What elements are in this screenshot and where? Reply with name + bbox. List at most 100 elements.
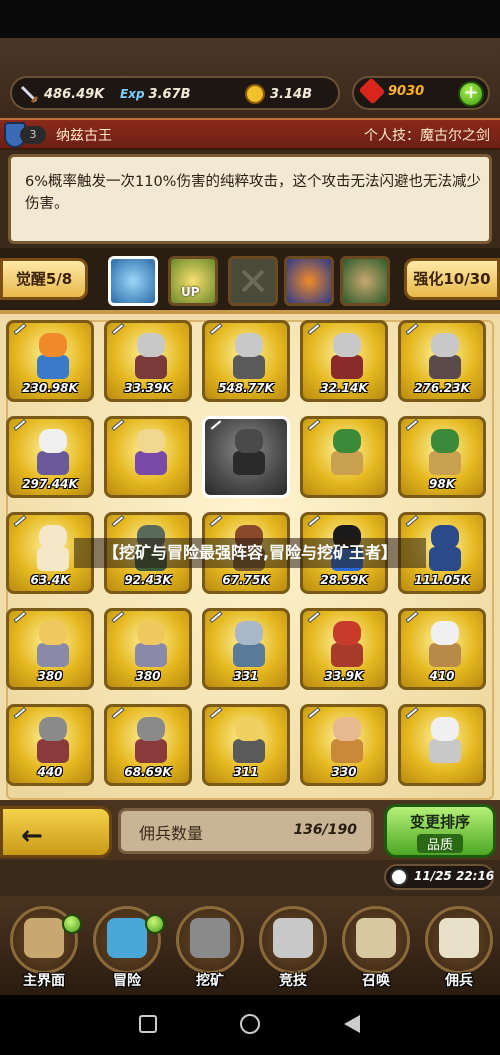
hero-head [137, 717, 165, 741]
sword-badge-icon [405, 707, 419, 720]
hero-body [135, 451, 167, 475]
mercenary-card[interactable]: 330 [300, 704, 388, 786]
mercenary-card[interactable]: 331 [202, 608, 290, 690]
add-gems-button[interactable]: + [458, 81, 484, 107]
mercenary-count-value: 136/190 [293, 822, 357, 838]
mercenary-card[interactable]: 98K [398, 416, 486, 498]
mercenary-card[interactable]: 297.44K [6, 416, 94, 498]
sword-badge-icon [13, 419, 27, 432]
nav-item[interactable]: 召唤 [334, 896, 418, 995]
personal-skill-label: 个人技：魔古尔之剑 [364, 128, 490, 144]
mercenary-card[interactable]: 440 [6, 704, 94, 786]
nav-item[interactable]: 竞技 [251, 896, 335, 995]
recent-apps-icon[interactable] [139, 1015, 157, 1033]
hero-portrait [425, 621, 465, 669]
nav-item[interactable]: 佣兵 [417, 896, 500, 995]
gold-value: 3.14B [270, 86, 312, 102]
hero-body [429, 643, 461, 667]
mercenary-power: 68.69K [124, 765, 172, 779]
sword-badge-icon [405, 419, 419, 432]
hero-head [235, 333, 263, 357]
hero-head [137, 621, 165, 645]
mercenary-card[interactable]: 410 [398, 608, 486, 690]
mercenary-power: 548.77K [218, 381, 274, 395]
home-icon[interactable] [240, 1014, 260, 1034]
overlay-title: 【挖矿与冒险最强阵容,冒险与挖矿王者】 [74, 538, 426, 568]
nav-icon [24, 918, 64, 958]
currency-bar: 486.49K Exp 3.67B 3.14B 9030 + [0, 38, 500, 116]
hero-head [137, 429, 165, 453]
game-screen: 486.49K Exp 3.67B 3.14B 9030 + 3 纳兹古王 个人… [0, 38, 500, 995]
hero-body [135, 643, 167, 667]
mercenary-card[interactable]: 68.69K [104, 704, 192, 786]
exp-value: 3.67B [148, 86, 191, 102]
sword-badge-icon [307, 515, 321, 528]
mercenary-card[interactable]: 33.39K [104, 320, 192, 402]
hero-body [233, 643, 265, 667]
crown-upgrade-icon[interactable]: UP [168, 256, 218, 306]
exp-currency: Exp 3.67B [120, 82, 191, 106]
mercenary-card[interactable] [300, 416, 388, 498]
mercenary-card[interactable] [202, 416, 290, 498]
mercenary-card[interactable]: 32.14K [300, 320, 388, 402]
status-bar [0, 0, 500, 38]
mercenary-card[interactable] [104, 416, 192, 498]
hero-body [37, 643, 69, 667]
nav-item[interactable]: 挖矿 [168, 896, 252, 995]
hero-body [135, 355, 167, 379]
mercenary-power: 410 [429, 669, 455, 683]
hero-portrait [33, 429, 73, 477]
enhance-button[interactable]: 强化10/30 [404, 258, 500, 300]
hero-portrait [229, 717, 269, 765]
mercenary-card[interactable]: 230.98K [6, 320, 94, 402]
hero-portrait [131, 717, 171, 765]
nav-icon [356, 918, 396, 958]
sword-badge-icon [209, 419, 223, 432]
sword-badge-icon [307, 419, 321, 432]
mercenary-count-label: 佣兵数量 [139, 824, 204, 843]
mercenary-power: 63.4K [30, 573, 70, 587]
sword-badge-icon [307, 611, 321, 624]
awaken-button[interactable]: 觉醒5/8 [0, 258, 88, 300]
mercenary-power: 67.75K [222, 573, 270, 587]
mercenary-power: 230.98K [22, 381, 78, 395]
sword-badge-icon [307, 707, 321, 720]
sword-badge-icon [13, 323, 27, 336]
mercenary-card[interactable]: 276.23K [398, 320, 486, 402]
hero-portrait [33, 333, 73, 381]
upgrade-badge: UP [181, 285, 200, 299]
mercenary-card[interactable]: 548.77K [202, 320, 290, 402]
mercenary-card[interactable] [398, 704, 486, 786]
sword-icon [18, 83, 40, 105]
mercenary-power: 111.05K [414, 573, 470, 587]
scroll-icon[interactable] [340, 256, 390, 306]
back-icon[interactable] [344, 1015, 360, 1033]
hero-body [429, 451, 461, 475]
clock-icon [390, 868, 408, 886]
hero-head [235, 621, 263, 645]
flame-sword-icon[interactable] [284, 256, 334, 306]
mercenary-power: 92.43K [124, 573, 172, 587]
nav-item[interactable]: 主界面 [2, 896, 86, 995]
hero-body [37, 451, 69, 475]
nav-item[interactable]: 冒险 [85, 896, 169, 995]
attack-currency: 486.49K [18, 82, 104, 106]
nav-icon [107, 918, 147, 958]
sword-badge-icon [13, 707, 27, 720]
change-sort-button[interactable]: 变更排序 品质 [384, 804, 496, 858]
mercenary-card[interactable]: 33.9K [300, 608, 388, 690]
hero-skill-header: 3 纳兹古王 个人技：魔古尔之剑 [0, 118, 500, 150]
hero-level-badge: 3 [20, 126, 46, 144]
mercenary-count-panel: 佣兵数量 136/190 [118, 808, 374, 854]
mercenary-card[interactable]: 311 [202, 704, 290, 786]
mercenary-card[interactable]: 380 [6, 608, 94, 690]
locked-slot-icon[interactable] [228, 256, 278, 306]
system-navigation-bar [0, 995, 500, 1055]
hero-portrait [229, 621, 269, 669]
lightning-tab-icon[interactable] [108, 256, 158, 306]
sort-title: 变更排序 [409, 813, 470, 831]
hero-portrait [33, 525, 73, 573]
back-button[interactable]: ← [0, 806, 112, 858]
hero-portrait [327, 333, 367, 381]
mercenary-card[interactable]: 380 [104, 608, 192, 690]
